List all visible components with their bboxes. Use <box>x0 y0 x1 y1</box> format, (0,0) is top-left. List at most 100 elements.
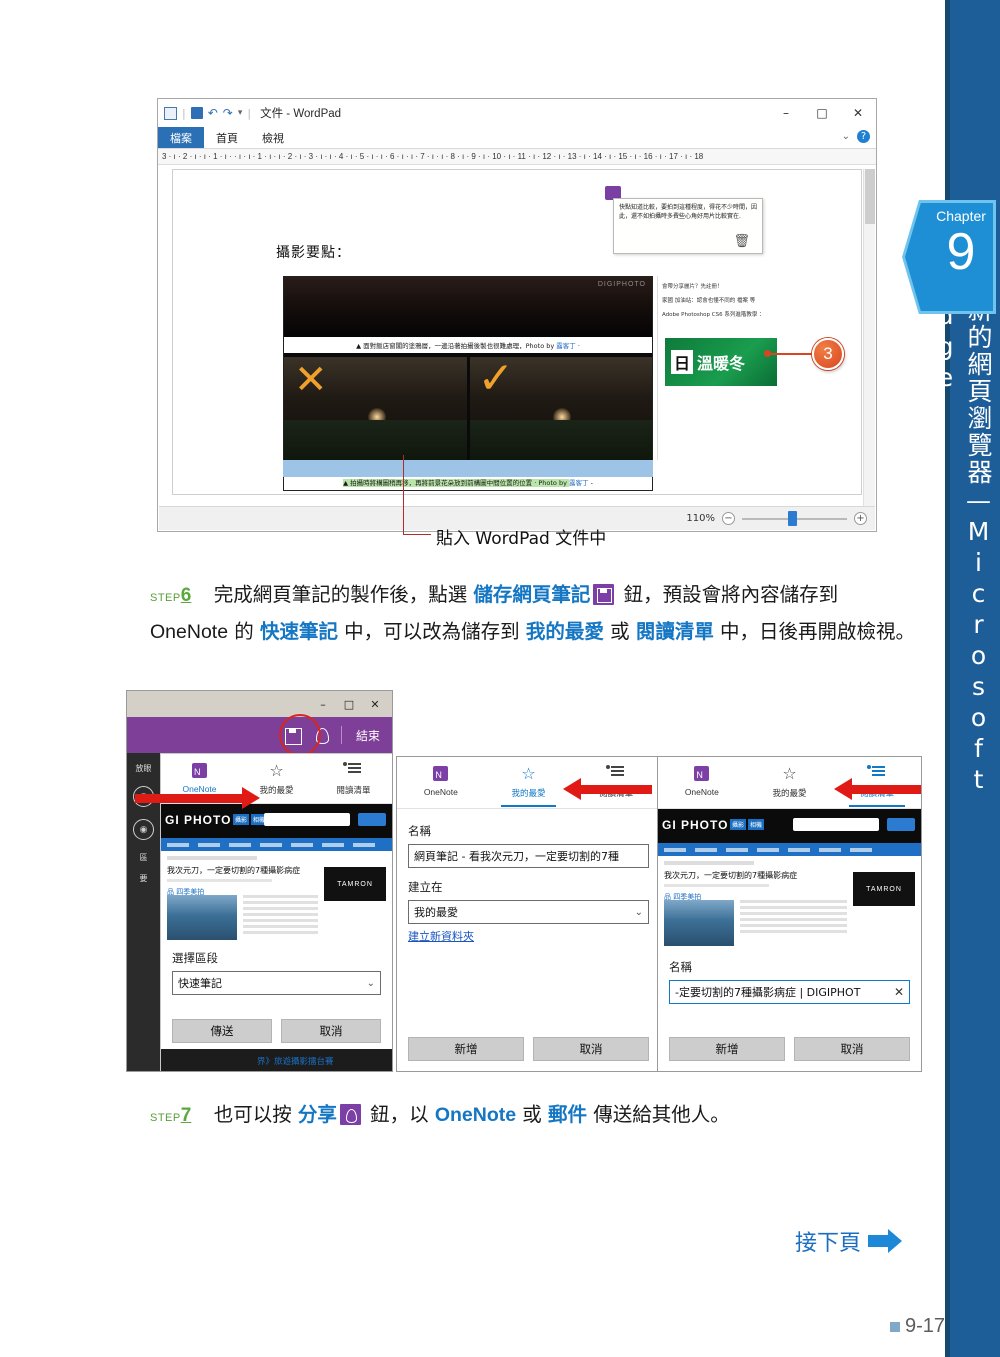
cancel-button[interactable]: 取消 <box>794 1037 910 1061</box>
create-in-select[interactable]: 我的最愛 ⌄ <box>408 900 649 924</box>
site-tag: 相機 <box>748 819 765 830</box>
panel1-window-controls[interactable]: – □ ✕ <box>310 691 388 717</box>
onenote-icon <box>658 764 745 785</box>
maximize-button[interactable]: □ <box>804 99 840 127</box>
site-tag-group: 攝影 相機 <box>233 814 268 825</box>
tab-view[interactable]: 檢視 <box>250 127 296 148</box>
arrow-pointing-to-onenote-tab <box>135 787 260 809</box>
wordpad-window-figure: | ↶ ↷ ▾ | 文件 - WordPad – □ ✕ 檔案 首頁 檢視 ⌄ … <box>157 98 877 532</box>
caption-bottom-prefix: ▲ 拍攝時將構圖稍再移，再將前景花朵放到前構圖中間位置的位置 · Photo b… <box>343 479 569 487</box>
step-7-paragraph: STEP7 也可以按 分享 鈕，以 OneNote 或 郵件 傳送給其他人。 <box>150 1098 920 1135</box>
window-controls[interactable]: – □ ✕ <box>768 99 876 127</box>
photo-caption-top: ▲ 面對飯店窗閣的塗鴉層，一邊沿著拍攝後製也很難處理，Photo by 露客丁 … <box>284 337 652 353</box>
panel2-tab-strip[interactable]: OneNote ☆ 我的最愛 閱讀清單 <box>397 757 660 809</box>
name-input[interactable]: -定要切割的7種攝影病症 | DIGIPHOT ✕ <box>669 980 910 1004</box>
close-button[interactable]: ✕ <box>840 99 876 127</box>
scrollbar-thumb[interactable] <box>865 169 875 224</box>
note-comment-text: 快點知道比較，要拍到這種程度，得花不少時間，因此，還不如拍攝時多費些心角好用片比… <box>619 204 758 220</box>
chevron-down-icon[interactable]: ▾ <box>238 108 243 118</box>
preview-body-text <box>740 900 847 936</box>
site-search-button[interactable] <box>887 818 915 831</box>
zoom-slider-thumb[interactable] <box>788 510 798 526</box>
trash-icon[interactable]: 🗑 <box>733 232 750 252</box>
step6-seg-4: OneNote <box>150 621 229 643</box>
tab-onenote[interactable]: OneNote <box>397 764 484 797</box>
save-icon[interactable] <box>190 107 203 119</box>
sidebar-link[interactable]: 會帶分享麗片？先註冊！ <box>662 282 777 290</box>
tab-favorites[interactable]: ☆ 我的最愛 <box>746 764 833 799</box>
promo-kanji: 日 <box>671 350 694 374</box>
zoom-slider[interactable] <box>742 510 847 526</box>
caption-bottom-suffix: - <box>588 479 593 487</box>
site-tag: 攝影 <box>233 814 250 825</box>
site-search-input[interactable] <box>264 813 350 826</box>
wordpad-document-page[interactable]: 攝影要點： DIGIPHOTO ▲ 面對飯店窗閣的塗鴉層，一邊沿著拍攝後製也很難… <box>172 169 862 495</box>
tab-onenote[interactable]: OneNote <box>658 764 745 797</box>
chevron-down-icon[interactable]: ⌄ <box>842 131 850 142</box>
close-button[interactable]: ✕ <box>362 691 388 717</box>
quick-access-toolbar[interactable]: | ↶ ↷ ▾ | 文件 - WordPad <box>164 105 341 121</box>
chapter-vertical-title: 全新的網頁瀏覽器—Microsoft Edge <box>931 270 993 796</box>
add-button[interactable]: 新增 <box>408 1037 524 1061</box>
tab-home[interactable]: 首頁 <box>204 127 250 148</box>
redo-icon[interactable]: ↷ <box>223 106 233 120</box>
step6-seg-6: 快速筆記 <box>259 620 338 643</box>
name-label: 名稱 <box>669 960 692 974</box>
panel3-form-area: 名稱 -定要切割的7種攝影病症 | DIGIPHOT ✕ 新增 取消 <box>658 947 921 1071</box>
panel1-titlebar: – □ ✕ <box>127 691 392 717</box>
sidebar-link[interactable]: Adobe Photoshop CS6 系列進階教學 ： <box>662 310 777 318</box>
cancel-button[interactable]: 取消 <box>281 1019 381 1043</box>
toolbar-divider <box>340 726 342 744</box>
preview-site-header: GI PHOTO 攝影 相機 <box>161 804 392 838</box>
preview-site-header: GI PHOTO 攝影 相機 <box>658 809 921 843</box>
minimize-button[interactable]: – <box>310 691 336 717</box>
next-page-indicator: 接下頁 <box>795 1225 903 1257</box>
undo-icon[interactable]: ↶ <box>208 106 218 120</box>
preview-nav-bar <box>658 843 921 856</box>
rail-label-2: 區 <box>139 853 148 862</box>
tab-favorites[interactable]: ☆ 我的最愛 <box>485 764 572 807</box>
panel3-page-preview: GI PHOTO 攝影 相機 我次元刀，一定要切割的7種攝影病症 品 四季美拍 … <box>658 809 921 949</box>
sidebar-link[interactable]: 家國 加油站：認會也懂不同的 檔案 等 <box>662 296 777 304</box>
preview-footer-link[interactable]: 界》旅遊攝影擂台賽 <box>257 1055 334 1067</box>
onenote-icon <box>397 764 484 785</box>
send-button[interactable]: 傳送 <box>172 1019 272 1043</box>
cancel-button[interactable]: 取消 <box>533 1037 649 1061</box>
panel2-form: 名稱 網頁筆記 - 看我次元刀，一定要切割的7種 建立在 我的最愛 ⌄ 建立新資… <box>397 809 660 944</box>
add-button[interactable]: 新增 <box>669 1037 785 1061</box>
site-search-button[interactable] <box>358 813 386 826</box>
document-heading: 攝影要點： <box>276 245 351 261</box>
tab-onenote[interactable]: OneNote <box>161 761 237 802</box>
preview-ad-banner: TAMRON <box>324 867 386 901</box>
reading-list-icon <box>573 764 660 784</box>
exit-button[interactable]: 結束 <box>352 727 384 744</box>
tab-onenote-label: OneNote <box>182 784 217 794</box>
ribbon-help-group[interactable]: ⌄ ? <box>842 130 870 143</box>
minimize-button[interactable]: – <box>768 99 804 127</box>
maximize-button[interactable]: □ <box>336 691 362 717</box>
arrow-pointing-to-favorites-tab <box>563 778 652 800</box>
create-new-folder-link[interactable]: 建立新資料夾 <box>408 928 474 944</box>
name-input[interactable]: 網頁筆記 - 看我次元刀，一定要切割的7種 <box>408 844 649 868</box>
site-search-input[interactable] <box>793 818 879 831</box>
site-logo: GI PHOTO <box>165 813 232 827</box>
wordpad-ribbon-tabs[interactable]: 檔案 首頁 檢視 ⌄ ? <box>158 127 876 149</box>
chevron-down-icon: ⌄ <box>634 906 643 918</box>
tab-reading-list[interactable]: 閱讀清單 <box>315 761 391 796</box>
site-tag: 攝影 <box>730 819 747 830</box>
clear-icon[interactable]: ✕ <box>894 985 904 999</box>
panel3-button-row: 新增 取消 <box>669 1037 910 1061</box>
name-input-value: -定要切割的7種攝影病症 | DIGIPHOT <box>675 986 861 999</box>
record-icon[interactable]: ◉ <box>133 819 154 840</box>
figure-leader-horizontal <box>403 534 431 535</box>
tab-file[interactable]: 檔案 <box>158 127 204 148</box>
wordpad-title-bar: | ↶ ↷ ▾ | 文件 - WordPad – □ ✕ <box>158 99 876 127</box>
panel3-tab-strip[interactable]: OneNote ☆ 我的最愛 閱讀清單 <box>658 757 921 809</box>
vertical-scrollbar[interactable] <box>863 169 875 506</box>
help-icon[interactable]: ? <box>857 130 870 143</box>
zoom-out-button[interactable]: − <box>722 512 735 525</box>
rail-label-3: 要 <box>139 874 148 883</box>
section-select[interactable]: 快速筆記 ⌄ <box>172 971 381 995</box>
zoom-in-button[interactable]: + <box>854 512 867 525</box>
caption-top-suffix: · <box>575 342 580 350</box>
